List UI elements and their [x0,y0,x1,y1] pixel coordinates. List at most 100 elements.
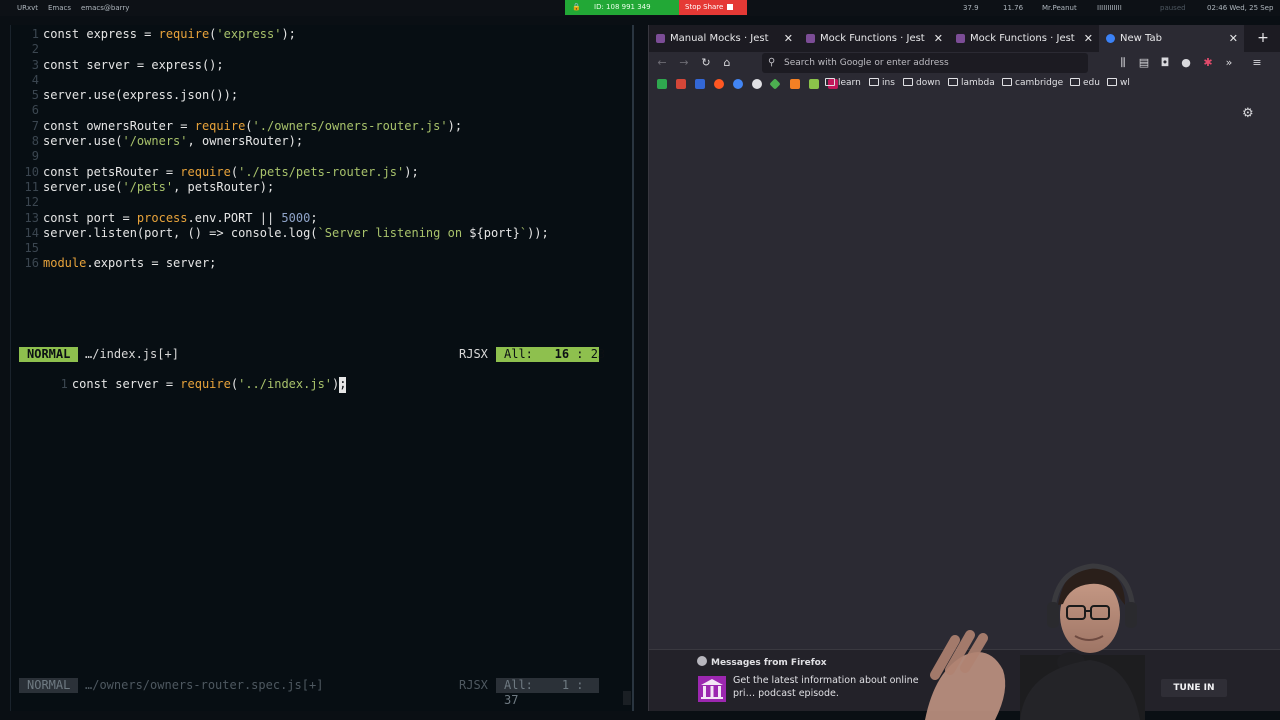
code-token: server.use(express.json()); [43,88,239,103]
home-icon[interactable]: ⌂ [719,55,735,71]
bookmark-folder-wl[interactable]: wl [1107,74,1130,93]
editor-pane-main[interactable]: 1 const express = require('express'); 2 3 co… [11,27,549,272]
bookmark-label: learn [838,78,861,88]
code-line[interactable]: 16 module.exports = server; [11,256,549,271]
google-bookmark-icon[interactable] [733,79,743,89]
overflow-icon[interactable]: » [1221,55,1237,71]
line-number: 10 [24,164,39,179]
tune-in-button[interactable]: TUNE IN [1161,679,1227,697]
code-line[interactable]: 12 [11,195,549,210]
meeting-id: ID: 108 991 349 [594,3,651,11]
github-bookmark-icon[interactable] [752,79,762,89]
code-line[interactable]: 14 server.listen(port, () => console.log(… [11,226,549,241]
code-token: .env.PORT || [187,210,282,225]
line-number: 3 [31,57,39,72]
code-line[interactable]: 13 const port = process.env.PORT || 5000; [11,211,549,226]
scroll-all-label: All: [504,678,533,692]
line-number: 15 [24,241,39,256]
code-line[interactable]: 8 server.use('/owners', ownersRouter); [11,134,549,149]
line-number: 4 [31,72,39,87]
reload-icon[interactable]: ↻ [698,55,714,71]
pocket-icon[interactable]: ◘ [1157,55,1173,71]
drive-bookmark-icon[interactable] [657,79,667,89]
code-line[interactable]: 4 [11,73,549,88]
reddit-bookmark-icon[interactable] [714,79,724,89]
bookmark-folder-edu[interactable]: edu [1070,74,1100,93]
code-token: ); [281,27,296,41]
close-icon[interactable]: ✕ [934,25,943,52]
code-token: const petsRouter = [43,164,181,179]
code-line[interactable]: 7 const ownersRouter = require('./owners/… [11,119,549,134]
workspace-urxvt[interactable]: URxvt [17,0,38,16]
code-line[interactable]: 11 server.use('/pets', petsRouter); [11,180,549,195]
stop-share-button[interactable]: Stop Share [679,0,747,15]
filetype: RJSX [459,347,488,361]
vim-editor[interactable]: 1 const express = require('express'); 2 3 co… [10,25,634,711]
window-divider [632,25,634,711]
back-icon[interactable]: ← [654,55,670,71]
code-line[interactable]: 2 [11,42,549,57]
code-token: ; [310,210,318,225]
tab-manual-mocks[interactable]: Manual Mocks · Jest ✕ [649,25,799,52]
tab-mock-functions-2[interactable]: Mock Functions · Jest ✕ [949,25,1099,52]
line-number: 16 [24,256,39,271]
feedly-bookmark-icon[interactable] [769,78,781,90]
tab-title: Manual Mocks · Jest [670,33,769,44]
extension-circle-icon[interactable]: ● [1178,55,1194,71]
bookmark-folder-cambridge[interactable]: cambridge [1002,74,1063,93]
code-line[interactable]: 15 [11,241,549,256]
window-title: emacs@barry [81,4,130,12]
android-bookmark-icon[interactable] [809,79,819,89]
close-icon[interactable]: ✕ [1229,25,1238,52]
code-line[interactable]: 1 const express = require('express'); [11,27,549,42]
code-line[interactable]: 5 server.use(express.json()); [11,88,549,103]
bookmark-folder-down[interactable]: down [903,74,940,93]
code-token: 'express' [216,27,282,41]
bookmark-folder-learn[interactable]: learn [825,74,861,93]
status-music: paused [1160,4,1186,12]
editor-pane-spec[interactable]: 1 const server = require('../index.js'); [11,362,347,408]
line-number: 14 [24,225,39,240]
new-tab-button[interactable]: + [1252,25,1274,52]
modeline-spec: NORMAL …/owners/owners-router.spec.js[+]… [19,678,609,707]
bookmark-label: down [916,78,941,88]
code-line[interactable]: 6 [11,103,549,118]
address-bar[interactable]: ⚲ Search with Google or enter address [762,53,1088,73]
message-header: Messages from Firefox [697,656,827,668]
column-number: 23 [590,347,606,361]
code-token: ${port} [469,225,520,240]
forward-icon[interactable]: → [676,55,692,71]
menu-icon[interactable]: ≡ [1249,55,1265,71]
sidebar-icon[interactable]: ▤ [1136,55,1152,71]
gmail-bookmark-icon[interactable] [676,79,686,89]
bookmark-folder-ins[interactable]: ins [869,74,895,93]
folder-icon [869,78,879,86]
close-icon[interactable]: ✕ [784,25,793,52]
line-number: 1 [60,377,68,392]
search-icon: ⚲ [768,57,776,68]
calendar-bookmark-icon[interactable] [695,79,705,89]
code-token: const server = express(); [43,57,224,72]
hackernews-bookmark-icon[interactable] [790,79,800,89]
code-line[interactable]: 9 [11,149,549,164]
bookmark-folder-lambda[interactable]: lambda [948,74,995,93]
line-number: 16 [554,347,570,361]
status-cpu: 37.9 [963,4,979,12]
tab-new-tab[interactable]: New Tab ✕ [1099,25,1244,52]
extension-icon[interactable]: ✱ [1200,55,1216,71]
code-token: require [194,118,246,133]
line-number: 6 [31,103,39,118]
mode-indicator: NORMAL [19,678,78,693]
code-line[interactable]: 10 const petsRouter = require('./pets/pet… [11,165,549,180]
workspace-emacs[interactable]: Emacs [48,0,71,16]
code-line[interactable]: 3 const server = express(); [11,58,549,73]
gear-icon[interactable]: ⚙ [1242,106,1254,121]
address-placeholder: Search with Google or enter address [784,58,949,68]
tab-mock-functions[interactable]: Mock Functions · Jest ✕ [799,25,949,52]
navigation-toolbar: ← → ↻ ⌂ ⚲ Search with Google or enter ad… [649,52,1280,74]
podcast-logo-icon [698,676,726,702]
library-icon[interactable]: ⫼ [1115,55,1131,71]
code-token: server.use( [43,179,123,194]
folder-icon [1070,78,1080,86]
close-icon[interactable]: ✕ [1084,25,1093,52]
